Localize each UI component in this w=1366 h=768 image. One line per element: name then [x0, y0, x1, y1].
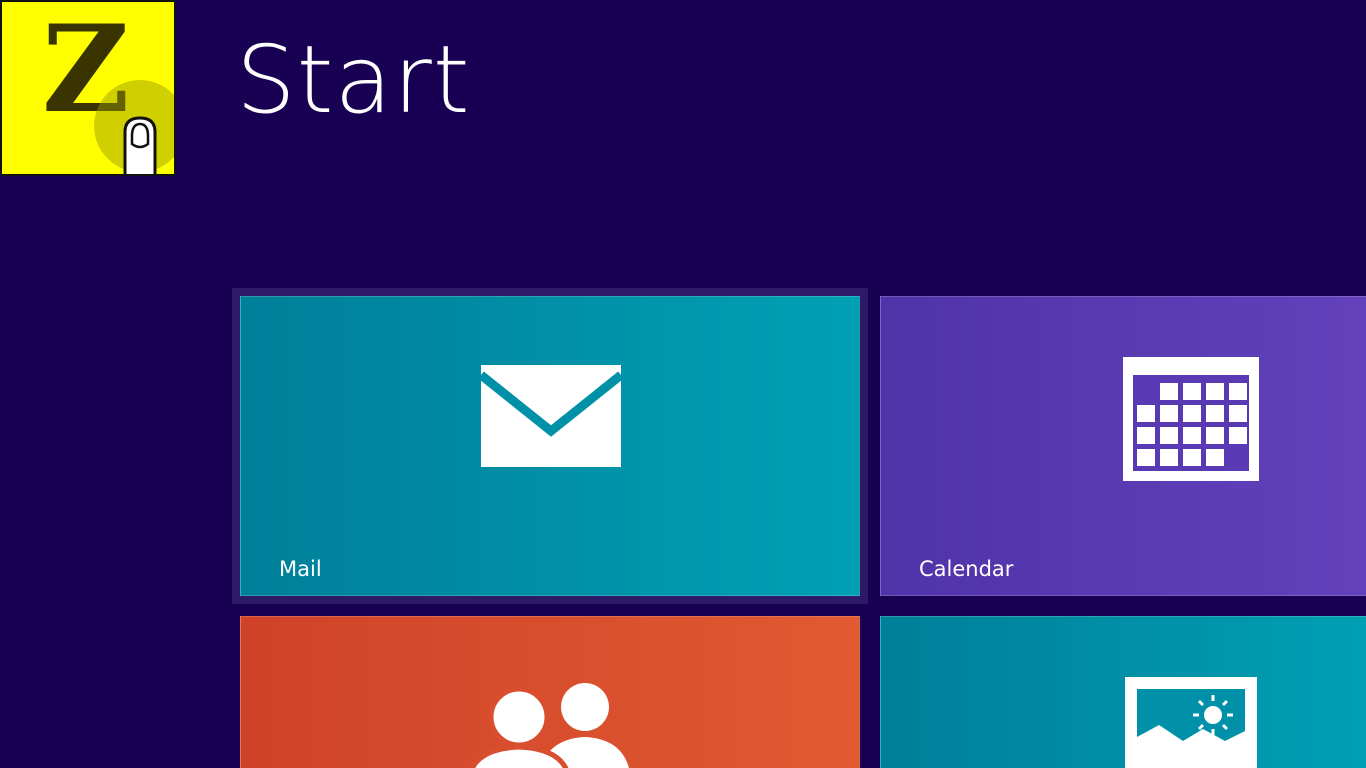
tile-calendar-label: Calendar	[919, 557, 1014, 581]
tile-mail-label: Mail	[279, 557, 322, 581]
tile-mail[interactable]: Mail	[240, 296, 860, 596]
photos-icon	[1125, 677, 1257, 768]
zoomtext-logo: Z	[0, 0, 176, 176]
mail-icon	[481, 365, 621, 467]
start-screen: Z Start Mail Calendar	[0, 0, 1366, 768]
people-icon	[469, 683, 629, 768]
tile-people[interactable]	[240, 616, 860, 768]
calendar-icon	[1123, 357, 1259, 481]
tile-calendar[interactable]: Calendar	[880, 296, 1366, 596]
page-title: Start	[236, 26, 471, 135]
touch-finger-icon	[123, 116, 157, 174]
tile-photos[interactable]	[880, 616, 1366, 768]
